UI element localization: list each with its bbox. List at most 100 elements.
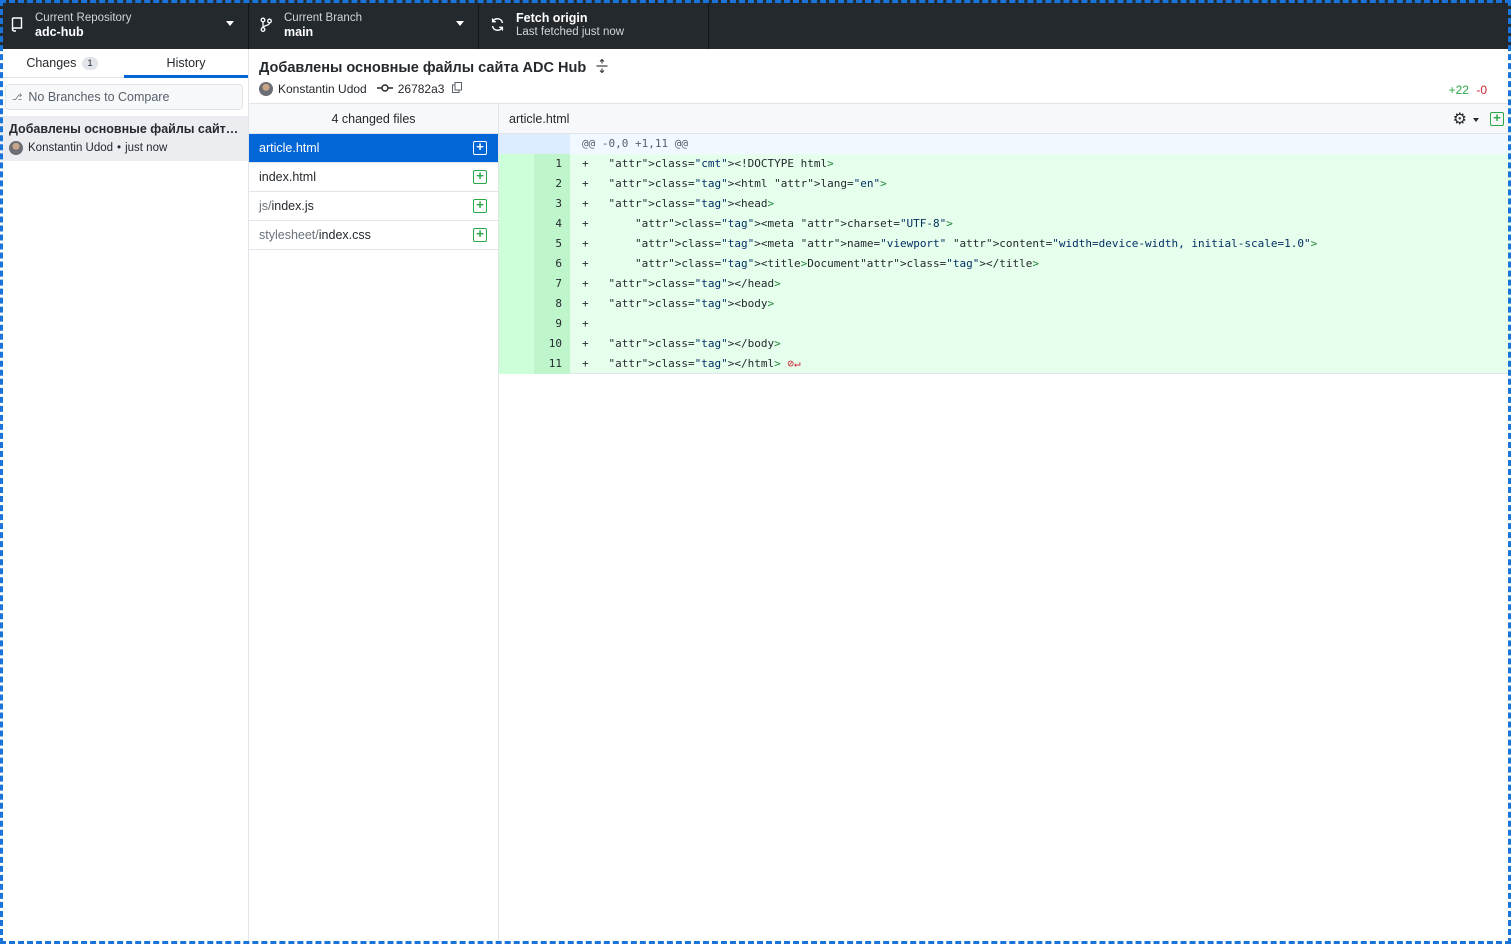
fetch-status: Last fetched just now [516, 25, 625, 38]
avatar [9, 141, 23, 155]
sidebar: Changes 1 History ⎇ No Branches to Compa… [0, 49, 249, 944]
file-item-article-html[interactable]: article.html + [249, 134, 498, 163]
tab-changes-label: Changes [26, 56, 77, 70]
changes-count-badge: 1 [82, 56, 98, 70]
diff-line[interactable]: 7 + "attr">class="tag"></head> [499, 274, 1511, 294]
line-number: 7 [534, 274, 570, 294]
line-code: + "attr">class="tag"><meta "attr">name="… [582, 237, 1318, 250]
sidebar-tabs: Changes 1 History [0, 49, 248, 78]
line-code: + "attr">class="tag"></head> [582, 277, 781, 290]
added-file-icon: + [473, 140, 487, 155]
line-number: 3 [534, 194, 570, 214]
diff-line[interactable]: 5 + "attr">class="tag"><meta "attr">name=… [499, 234, 1511, 254]
line-code: + "attr">class="cmt"><!DOCTYPE html> [582, 157, 834, 170]
tab-changes[interactable]: Changes 1 [0, 49, 124, 77]
file-item-index-js[interactable]: js/index.js + [249, 192, 498, 221]
line-number: 5 [534, 234, 570, 254]
chevron-down-icon [226, 21, 234, 26]
diff-line[interactable]: 6 + "attr">class="tag"><title>Document"at… [499, 254, 1511, 274]
branch-name: main [284, 24, 314, 39]
commit-icon [376, 82, 393, 96]
line-code: + "attr">class="tag"><title>Document"att… [582, 257, 1040, 270]
commit-title: Добавлены основные файлы сайта ADC Hub [259, 59, 587, 76]
fetch-label: Fetch origin [516, 10, 588, 25]
diff-line[interactable]: 11 + "attr">class="tag"></html> ⊘↵ [499, 353, 1511, 374]
commit-header: Добавлены основные файлы сайта ADC Hub K… [249, 49, 1511, 104]
diff-stats: +22 -0 [1449, 83, 1487, 97]
diff-line[interactable]: 1 + "attr">class="cmt"><!DOCTYPE html> [499, 154, 1511, 174]
line-number: 10 [534, 334, 570, 354]
line-number: 1 [534, 154, 570, 174]
diff-header: article.html ⚙ + [499, 104, 1511, 134]
fetch-origin-button[interactable]: Fetch origin Last fetched just now [479, 0, 709, 49]
sync-icon [489, 17, 505, 33]
added-file-icon: + [473, 198, 487, 213]
copy-icon[interactable] [452, 82, 463, 96]
changed-files-list: 4 changed files article.html + index.htm… [249, 104, 499, 944]
repo-icon [10, 17, 24, 33]
file-name: index.js [271, 199, 314, 213]
added-file-icon: + [1490, 111, 1504, 126]
deletions-count: -0 [1476, 83, 1487, 97]
toolbar: Current Repository adc-hub Current Branc… [0, 0, 1511, 49]
separator-dot: • [117, 142, 122, 154]
branch-label: Current Branch [284, 11, 362, 24]
file-name: index.html [259, 170, 316, 184]
chevron-down-icon [1473, 118, 1479, 122]
file-item-index-html[interactable]: index.html + [249, 163, 498, 192]
diff-filename: article.html [509, 111, 570, 126]
commit-sha: 26782a3 [397, 82, 445, 96]
diff-lines: @@ -0,0 +1,11 @@ 1 + "attr">class="cmt"><… [499, 134, 1511, 374]
line-code: + "attr">class="tag"></body> [582, 337, 781, 350]
line-number: 2 [534, 174, 570, 194]
hunk-text: @@ -0,0 +1,11 @@ [582, 137, 688, 150]
expand-icon[interactable] [596, 58, 608, 76]
line-code: + "attr">class="tag"></html> ⊘↵ [582, 356, 801, 370]
diff-line[interactable]: 9 + [499, 314, 1511, 334]
branch-icon: ⎇ [12, 91, 23, 102]
compare-placeholder: No Branches to Compare [28, 90, 170, 104]
tab-history[interactable]: History [124, 49, 248, 78]
diff-view: article.html ⚙ + @@ -0,0 +1,11 @@ 1 + "at… [499, 104, 1511, 944]
repository-label: Current Repository [35, 11, 132, 24]
hunk-header: @@ -0,0 +1,11 @@ [499, 134, 1511, 154]
branch-icon [259, 17, 273, 33]
commit-list-time: just now [125, 142, 168, 154]
compare-branch-input[interactable]: ⎇ No Branches to Compare [5, 84, 243, 110]
file-item-index-css[interactable]: stylesheet/index.css + [249, 221, 498, 250]
diff-line[interactable]: 8 + "attr">class="tag"><body> [499, 294, 1511, 314]
line-number: 9 [534, 314, 570, 334]
avatar [259, 82, 273, 96]
commit-detail: Добавлены основные файлы сайта ADC Hub K… [249, 49, 1511, 944]
line-number: 8 [534, 294, 570, 314]
added-file-icon: + [473, 169, 487, 184]
file-name: index.css [318, 228, 371, 242]
commit-list-item[interactable]: Добавлены основные файлы сайта ADC Hub K… [0, 116, 248, 161]
diff-line[interactable]: 10 + "attr">class="tag"></body> [499, 334, 1511, 354]
repository-name: adc-hub [35, 24, 84, 39]
line-code: + [582, 317, 589, 330]
additions-count: +22 [1448, 83, 1469, 97]
line-code: + "attr">class="tag"><meta "attr">charse… [582, 217, 953, 230]
diff-line[interactable]: 2 + "attr">class="tag"><html "attr">lang=… [499, 174, 1511, 194]
line-number: 11 [534, 353, 570, 374]
chevron-down-icon [456, 21, 464, 26]
commit-author: Konstantin Udod [278, 82, 367, 96]
commit-list-author: Konstantin Udod [28, 142, 114, 154]
current-repository-button[interactable]: Current Repository adc-hub [0, 0, 249, 49]
line-code: + "attr">class="tag"><head> [582, 197, 775, 210]
line-code: + "attr">class="tag"><html "attr">lang="… [582, 177, 887, 190]
changed-files-header: 4 changed files [249, 104, 498, 134]
gear-icon[interactable]: ⚙ [1453, 109, 1467, 129]
line-number: 6 [534, 254, 570, 274]
diff-line[interactable]: 3 + "attr">class="tag"><head> [499, 194, 1511, 214]
current-branch-button[interactable]: Current Branch main [249, 0, 479, 49]
file-dir: stylesheet/ [259, 228, 319, 242]
added-file-icon: + [473, 227, 487, 242]
line-code: + "attr">class="tag"><body> [582, 297, 775, 310]
commit-list-title: Добавлены основные файлы сайта ADC Hub [9, 122, 239, 136]
file-dir: js/ [259, 199, 272, 213]
diff-line[interactable]: 4 + "attr">class="tag"><meta "attr">chars… [499, 214, 1511, 234]
file-name: article.html [259, 141, 320, 155]
line-number: 4 [534, 214, 570, 234]
